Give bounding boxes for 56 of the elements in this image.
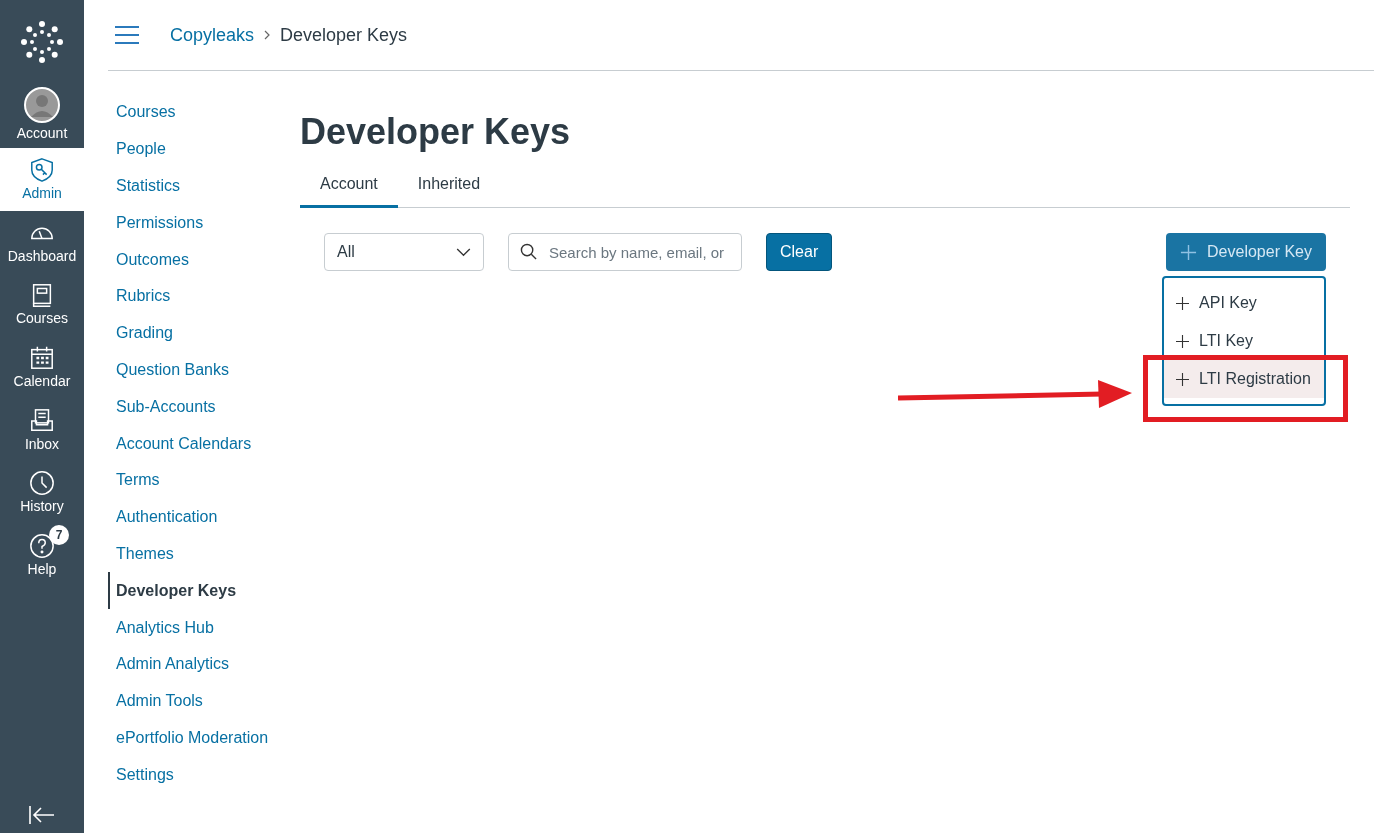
menu-item[interactable]: LTI Key xyxy=(1164,322,1325,360)
notification-badge: 7 xyxy=(49,524,69,545)
admin-nav-link[interactable]: Permissions xyxy=(108,204,300,242)
menu-item[interactable]: LTI Registration xyxy=(1164,360,1325,398)
filter-select[interactable]: All xyxy=(324,233,484,271)
collapse-icon[interactable] xyxy=(28,805,56,825)
admin-nav-link[interactable]: Authentication xyxy=(108,498,300,536)
calendar-icon xyxy=(29,345,55,372)
global-nav-item[interactable]: Admin xyxy=(0,148,84,211)
chevron-down-icon xyxy=(456,247,471,257)
admin-nav-link[interactable]: Admin Analytics xyxy=(108,645,300,683)
plus-icon xyxy=(1180,243,1198,261)
plus-icon xyxy=(1176,296,1190,310)
plus-icon xyxy=(1176,334,1190,348)
search-field[interactable]: Search by name, email, or xyxy=(508,233,742,271)
avatar-icon xyxy=(24,87,60,123)
menu-item[interactable]: API Key xyxy=(1164,284,1325,322)
admin-nav-link[interactable]: Themes xyxy=(108,535,300,573)
global-nav-item[interactable]: Account xyxy=(0,80,84,148)
shield-key-icon xyxy=(29,157,55,184)
chevron-icon xyxy=(264,30,271,40)
admin-nav-link[interactable]: Account Calendars xyxy=(108,425,300,462)
admin-nav-link[interactable]: Statistics xyxy=(108,167,300,205)
admin-nav-link[interactable]: People xyxy=(108,130,300,168)
admin-nav-link[interactable]: Courses xyxy=(108,94,300,131)
clear-button[interactable]: Clear xyxy=(766,233,833,271)
breadcrumb-current: Developer Keys xyxy=(280,24,408,46)
global-nav-item[interactable]: Calendar xyxy=(0,335,84,399)
tab[interactable]: Inherited xyxy=(397,175,501,208)
admin-nav-link[interactable]: Developer Keys xyxy=(108,572,300,610)
admin-nav-link[interactable]: Analytics Hub xyxy=(108,609,300,646)
tab[interactable]: Account xyxy=(300,175,398,208)
inbox-icon xyxy=(29,407,55,434)
page-title: Developer Keys xyxy=(300,111,572,153)
search-icon xyxy=(520,243,537,260)
global-nav-item[interactable]: 7 Help xyxy=(0,523,84,587)
global-nav-item[interactable]: Inbox xyxy=(0,398,84,461)
breadcrumb-link[interactable]: Copyleaks xyxy=(170,24,255,46)
logo-icon[interactable] xyxy=(20,20,64,64)
admin-nav-link[interactable]: Sub-Accounts xyxy=(108,388,300,426)
help-icon xyxy=(29,532,55,559)
admin-nav-link[interactable]: Grading xyxy=(108,314,300,352)
menu-icon[interactable] xyxy=(114,25,140,45)
admin-nav-link[interactable]: Outcomes xyxy=(108,241,300,278)
admin-nav-link[interactable]: Terms xyxy=(108,461,300,499)
global-nav-item[interactable]: Dashboard xyxy=(0,210,84,274)
global-nav-item[interactable]: History xyxy=(0,460,84,524)
admin-nav-link[interactable]: Rubrics xyxy=(108,278,300,315)
plus-icon xyxy=(1176,372,1190,386)
admin-nav-link[interactable]: Admin Tools xyxy=(108,682,300,720)
admin-nav-link[interactable]: Settings xyxy=(108,756,300,794)
global-nav-item[interactable]: Courses xyxy=(0,273,84,336)
admin-nav-link[interactable]: Question Banks xyxy=(108,351,300,389)
clock-icon xyxy=(29,470,55,497)
add-developer-key-button[interactable]: Developer Key xyxy=(1166,233,1326,271)
admin-nav-link[interactable]: ePortfolio Moderation xyxy=(108,719,300,757)
